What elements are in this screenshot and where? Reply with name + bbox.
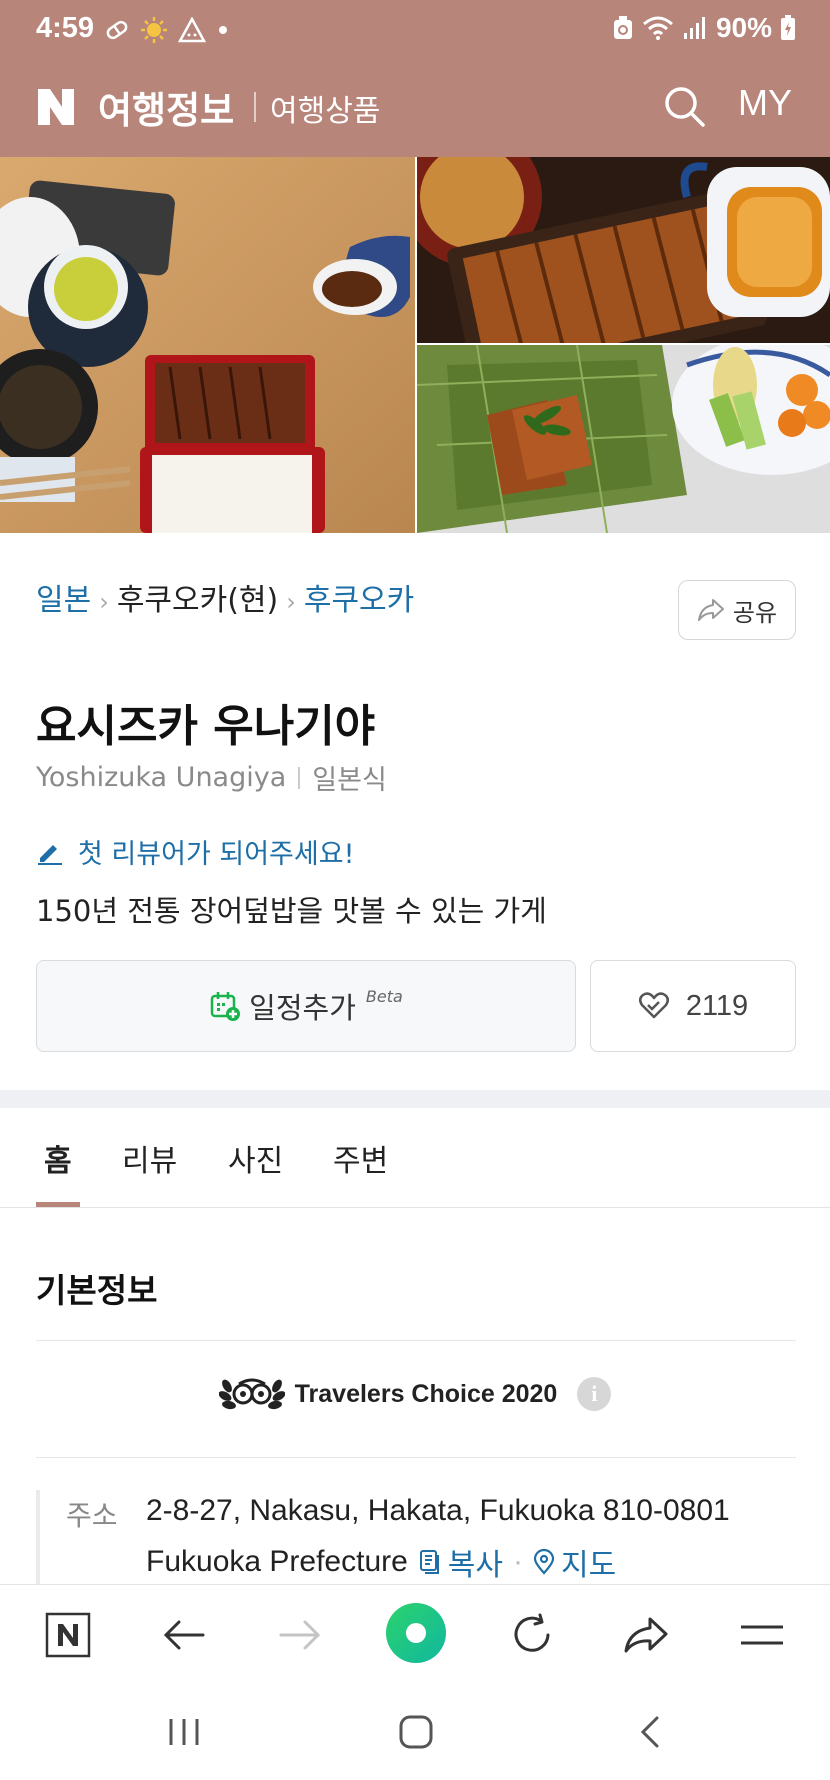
subtitle-divider <box>298 766 301 789</box>
like-count: 2119 <box>685 989 749 1022</box>
beta-badge: Beta <box>365 986 403 1006</box>
map-label: 지도 <box>561 1548 617 1583</box>
breadcrumb-item-fukuoka-pref[interactable]: 후쿠오카(현) <box>117 583 278 618</box>
divider <box>36 1457 796 1458</box>
like-button[interactable]: 2119 <box>590 960 796 1052</box>
tab-home[interactable]: 홈 <box>44 1136 72 1180</box>
header-divider <box>254 92 256 122</box>
tab-photos[interactable]: 사진 <box>228 1136 283 1180</box>
green-dot-button[interactable] <box>384 1601 448 1665</box>
wifi-icon <box>642 16 673 40</box>
dot-icon <box>219 26 227 34</box>
tripadvisor-laurel-icon <box>218 1378 285 1410</box>
review-prompt: 첫 리뷰어가 되어주세요! <box>78 839 355 870</box>
photo-main[interactable] <box>0 157 415 533</box>
back-arrow-icon[interactable] <box>158 1609 210 1661</box>
address-line1: 2-8-27, Nakasu, Hakata, Fukuoka 810-0801 <box>146 1494 730 1527</box>
map-pin-icon <box>533 1549 555 1575</box>
breadcrumb-item-fukuoka[interactable]: 후쿠오카 <box>304 583 414 618</box>
photo-gallery[interactable] <box>0 157 830 533</box>
naver-home-icon[interactable] <box>42 1609 94 1661</box>
status-bar: 4:59 90% <box>0 0 830 62</box>
search-icon[interactable] <box>662 84 706 128</box>
pencil-icon <box>38 844 62 865</box>
recent-apps-icon[interactable] <box>164 1708 204 1756</box>
browser-toolbar <box>0 1584 830 1684</box>
section-separator <box>0 1090 830 1108</box>
battery-icon <box>781 15 795 40</box>
place-roman-name: Yoshizuka Unagiya <box>36 762 287 793</box>
pill-icon <box>106 20 128 40</box>
calendar-add-icon <box>210 992 241 1021</box>
award-text: Travelers Choice 2020 <box>294 1379 558 1408</box>
place-description: 150년 전통 장어덮밥을 맛볼 수 있는 가게 <box>36 894 547 928</box>
heart-icon <box>638 992 669 1019</box>
address-line2-row: Fukuoka Prefecture 복사 · 지도 <box>146 1540 616 1584</box>
back-icon[interactable] <box>630 1708 670 1756</box>
copy-icon <box>419 1550 439 1574</box>
share-arrow-icon[interactable] <box>620 1609 672 1661</box>
copy-label: 복사 <box>447 1548 503 1583</box>
copy-address-button[interactable]: 복사 <box>418 1540 503 1584</box>
naver-logo-icon[interactable] <box>36 87 76 127</box>
place-title: 요시즈카 우나기야 <box>36 701 376 752</box>
recycle-icon <box>613 16 632 39</box>
tab-reviews[interactable]: 리뷰 <box>122 1136 177 1180</box>
map-button[interactable]: 지도 <box>533 1540 616 1584</box>
home-icon[interactable] <box>396 1708 436 1756</box>
sun-icon <box>141 17 167 43</box>
address-label: 주소 <box>66 1499 118 1532</box>
share-icon <box>697 599 724 621</box>
share-label: 공유 <box>732 598 778 627</box>
breadcrumb-item-japan[interactable]: 일본 <box>36 583 91 618</box>
address-accent-bar <box>36 1490 40 1584</box>
address-line2: Fukuoka Prefecture <box>146 1545 408 1578</box>
travelers-choice-award: Travelers Choice 2020 i <box>0 1372 830 1416</box>
menu-icon[interactable] <box>736 1609 788 1661</box>
warning-icon <box>178 17 206 43</box>
status-time: 4:59 <box>36 12 95 44</box>
dot-separator: · <box>513 1545 523 1578</box>
info-icon[interactable]: i <box>577 1377 612 1411</box>
battery-percent: 90% <box>715 12 772 43</box>
forward-arrow-icon[interactable] <box>274 1609 326 1661</box>
system-navigation-bar <box>0 1684 830 1780</box>
tab-bar: 홈 리뷰 사진 주변 <box>0 1108 830 1208</box>
place-subtitle: Yoshizuka Unagiya 일본식 <box>36 758 387 797</box>
signal-icon <box>683 17 705 39</box>
refresh-icon[interactable] <box>506 1609 558 1661</box>
photo-bottom-right[interactable] <box>417 345 830 533</box>
schedule-label: 일정추가 <box>249 991 356 1025</box>
app-header: 여행정보 여행상품 MY <box>0 62 830 157</box>
breadcrumb: 일본 › 후쿠오카(현) › 후쿠오카 <box>36 578 456 625</box>
header-travel-products-link[interactable]: 여행상품 <box>270 86 380 130</box>
chevron-right-icon: › <box>99 588 109 616</box>
header-title[interactable]: 여행정보 <box>98 80 234 134</box>
add-schedule-button[interactable]: 일정추가 Beta <box>36 960 576 1052</box>
place-category: 일본식 <box>312 765 387 796</box>
share-button[interactable]: 공유 <box>678 580 796 640</box>
my-button[interactable]: MY <box>738 82 792 124</box>
divider <box>36 1340 796 1341</box>
active-tab-indicator <box>36 1202 80 1207</box>
chevron-right-icon: › <box>286 588 296 616</box>
tab-nearby[interactable]: 주변 <box>333 1136 388 1180</box>
basic-info-title: 기본정보 <box>36 1271 158 1310</box>
photo-top-right[interactable] <box>417 157 830 343</box>
write-review-link[interactable]: 첫 리뷰어가 되어주세요! <box>36 832 354 871</box>
